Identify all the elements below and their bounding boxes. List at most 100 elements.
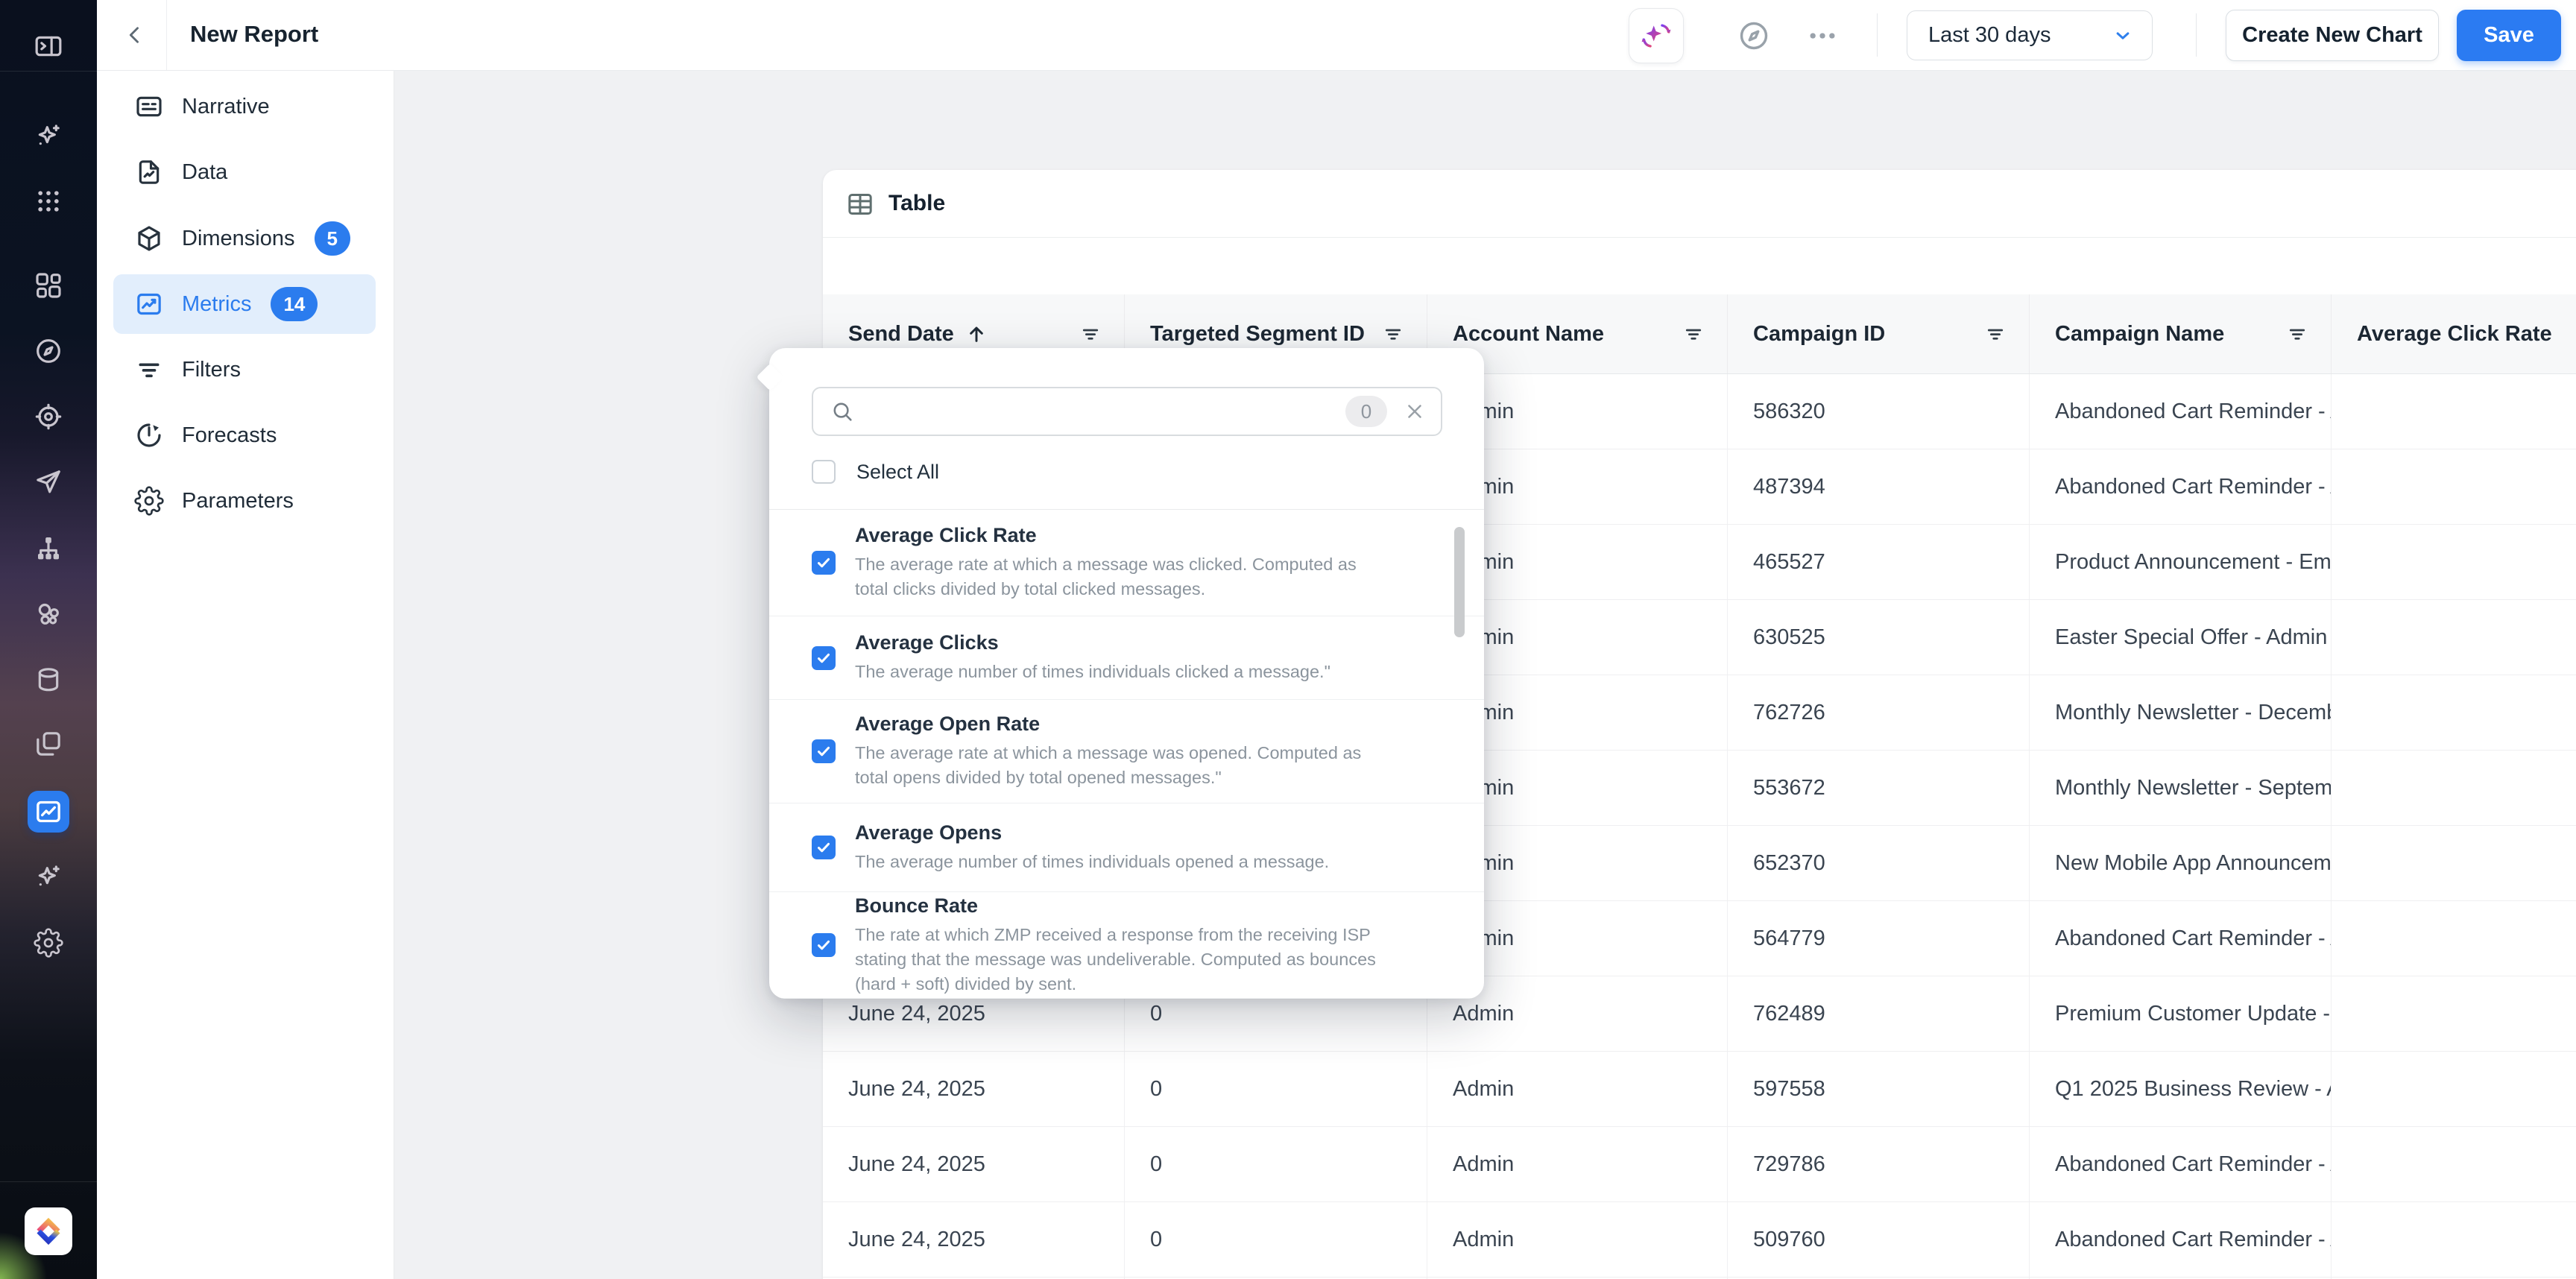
filter-icon[interactable] [1079,323,1102,345]
gear-icon [134,486,164,516]
ai-assistant-button[interactable] [1629,8,1684,63]
select-all-checkbox[interactable] [812,460,836,484]
table-cell: Q1 2025 Business Review - Adr [2030,1052,2332,1126]
rail-item-dashboard-blocks[interactable] [28,265,69,306]
chevron-down-icon [2112,25,2134,47]
rail-item-report-doc-active[interactable] [28,791,69,833]
filter-icon[interactable] [1984,323,2007,345]
sidebar-item-forecasts[interactable]: Forecasts [113,405,376,465]
table-row: June 24, 20250Admin509760Abandoned Cart … [823,1202,2576,1278]
divider [2196,13,2197,57]
rail-item-target[interactable] [28,396,69,438]
table-row: June 24, 20250Admin597558Q1 2025 Busines… [823,1052,2576,1127]
filter-icon[interactable] [2286,323,2308,345]
clear-search-icon[interactable] [1404,400,1426,423]
rail-item-gear[interactable] [28,922,69,964]
rail-item-circles-cluster[interactable] [28,593,69,635]
table-cell: 0% [2332,976,2576,1051]
compass-icon[interactable] [1737,19,1771,53]
sidebar-item-label: Parameters [182,489,294,514]
column-header-campaign-name[interactable]: Campaign Name [2030,294,2332,373]
rail-item-copy-pages[interactable] [28,723,69,765]
table-cell: 0% [2332,374,2576,449]
rail-item-org-chart[interactable] [28,528,69,569]
table-cell: Abandoned Cart Reminder - Ad [2030,449,2332,524]
metric-name: Average Opens [855,821,1432,844]
divider [166,0,167,70]
column-label: Average Click Rate [2357,322,2552,347]
column-header-campaign-id[interactable]: Campaign ID [1728,294,2030,373]
count-badge: 14 [271,287,318,321]
sidebar-item-filters[interactable]: Filters [113,340,376,400]
table-cell: Abandoned Cart Reminder - Ad [2030,1127,2332,1201]
back-button[interactable] [118,18,152,52]
metric-description: The average rate at which a message was … [855,552,1380,601]
sort-ascending-icon[interactable] [965,322,988,346]
metric-checkbox-checked[interactable] [812,646,836,670]
rail-item-database[interactable] [28,659,69,701]
rail-item-paper-plane[interactable] [28,461,69,503]
table-cell: 0% [2332,901,2576,976]
sidebar-item-narrative[interactable]: Narrative [113,77,376,136]
metrics-popover: 0 Select All Average Click RateThe avera… [769,348,1484,999]
gear-icon [34,928,63,958]
metric-option-average-open-rate[interactable]: Average Open RateThe average rate at whi… [769,700,1484,803]
sidebar-item-parameters[interactable]: Parameters [113,471,376,531]
paper-plane-icon [34,467,63,497]
zeta-logo[interactable] [25,1207,72,1255]
more-options-icon[interactable] [1804,19,1841,53]
metric-option-average-click-rate[interactable]: Average Click RateThe average rate at wh… [769,510,1484,616]
date-range-select[interactable]: Last 30 days [1907,10,2153,60]
sidebar-item-label: Dimensions [182,227,295,251]
metrics-search-input[interactable] [868,400,1345,424]
metric-checkbox-checked[interactable] [812,933,836,957]
create-new-chart-button[interactable]: Create New Chart [2226,10,2439,61]
metric-checkbox-checked[interactable] [812,739,836,763]
rail-item-sparkle[interactable] [28,856,69,898]
metric-checkbox-checked[interactable] [812,836,836,859]
column-label: Targeted Segment ID [1150,322,1365,347]
metric-option-bounce-rate[interactable]: Bounce RateThe rate at which ZMP receive… [769,892,1484,999]
table-cell: 0% [2332,1127,2576,1201]
count-badge: 5 [315,221,350,256]
sidebar-item-metrics[interactable]: Metrics14 [113,274,376,334]
column-label: Account Name [1453,322,1604,347]
select-all-row[interactable]: Select All [812,460,939,484]
filter-icon[interactable] [1382,323,1404,345]
rail-item-panel-terminal[interactable] [28,25,69,67]
rail-item-sparkle[interactable] [28,116,69,157]
page-title: New Report [190,21,318,48]
table-cell: 564779 [1728,901,2030,976]
metric-option-average-opens[interactable]: Average Opens The average number of times… [769,803,1484,892]
metric-description: The rate at which ZMP received a respons… [855,923,1380,997]
filter-icon[interactable] [1682,323,1705,345]
sidebar-item-dimensions[interactable]: Dimensions 5 [113,209,376,268]
rail-item-compass[interactable] [28,330,69,372]
table-cell: 0% [2332,525,2576,599]
data-doc-icon [134,157,164,187]
table-cell: June 24, 2025 [823,1052,1125,1126]
table-cell: Premium Customer Update - Ac [2030,976,2332,1051]
card-title: Table [888,191,945,216]
column-label: Campaign Name [2055,322,2224,347]
rail-item-dots-grid[interactable] [28,180,69,222]
table-cell: 0% [2332,600,2576,675]
table-cell: 0% [2332,449,2576,524]
rail-divider [0,1181,97,1182]
table-row: June 24, 20250Admin729786Abandoned Cart … [823,1127,2576,1202]
metric-checkbox-checked[interactable] [812,551,836,575]
table-cell: Monthly Newsletter - Decembe [2030,675,2332,750]
sidebar-item-data[interactable]: Data [113,142,376,202]
app-window: New Report Last 30 days Create [0,0,2576,1279]
column-header-average-click-rate[interactable]: Average Click Rate [2332,294,2576,373]
metric-option-average-clicks[interactable]: Average ClicksThe average number of time… [769,616,1484,700]
table-cell: 553672 [1728,751,2030,825]
table-cell: Abandoned Cart Reminder - Ad [2030,901,2332,976]
popover-scrollbar-thumb[interactable] [1454,527,1465,637]
table-cell: 0 [1125,1202,1427,1277]
metric-name: Average Clicks [855,631,1432,654]
table-cell: New Mobile App Announcemer [2030,826,2332,900]
metric-description: The average number of times individuals … [855,850,1380,874]
copy-pages-icon [34,729,63,759]
save-button[interactable]: Save [2457,10,2561,61]
